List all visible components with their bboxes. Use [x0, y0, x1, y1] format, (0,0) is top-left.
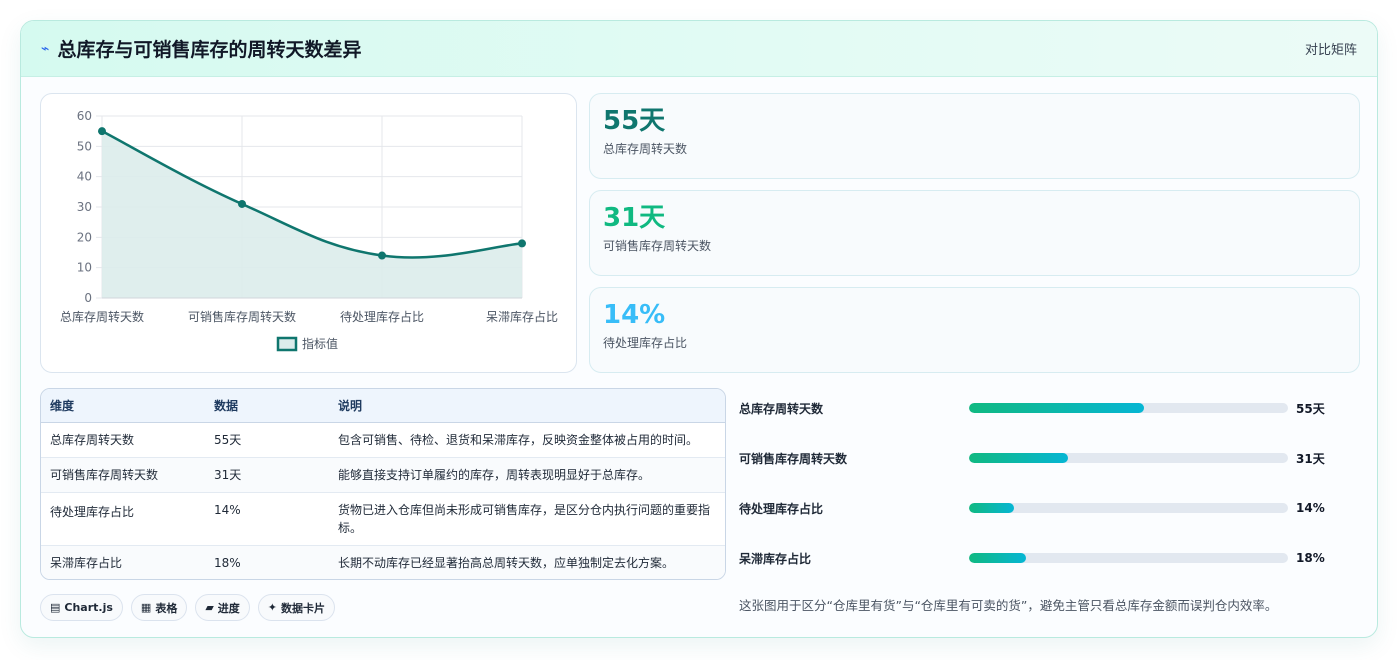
chart-icon: ▤	[50, 601, 61, 614]
y-tick-label: 0	[84, 291, 92, 305]
table-cell-dimension: 可销售库存周转天数	[41, 457, 205, 493]
data-point	[518, 239, 526, 248]
progress-fill	[969, 453, 1068, 463]
progress-track	[969, 453, 1288, 463]
progress-track	[969, 503, 1288, 513]
card-icon: ✦	[267, 601, 278, 614]
progress-label: 待处理库存占比	[739, 501, 824, 516]
table-row: 呆滞库存占比 18% 长期不动库存已经显著抬高总周转天数，应单独制定去化方案。	[41, 545, 725, 579]
table-header-dimension: 维度	[41, 389, 205, 423]
y-tick-label: 50	[77, 139, 92, 153]
x-tick-label: 呆滞库存占比	[486, 309, 558, 324]
progress-track	[969, 403, 1288, 413]
title-wrap: ⌁ 总库存与可销售库存的周转天数差异	[41, 35, 361, 62]
progress-label: 可销售库存周转天数	[739, 451, 848, 466]
stat-card-sellable: 31天 可销售库存周转天数	[589, 190, 1360, 276]
data-table-card: 维度 数据 说明 总库存周转天数 55天 包含可销售、待检、退货和呆滞库存，反映…	[40, 388, 726, 580]
tech-chips: ▤ Chart.js ▦ 表格 ▰ 进度 ✦ 数据卡片	[40, 594, 336, 621]
table-cell-data: 31天	[205, 457, 329, 493]
x-tick-label: 可销售库存周转天数	[188, 309, 296, 324]
data-point	[238, 199, 246, 208]
progress-row-total: 总库存周转天数 55天	[739, 398, 1339, 418]
stat-value: 14%	[603, 300, 666, 330]
y-tick-label: 40	[77, 170, 92, 184]
chip-label: Chart.js	[64, 601, 113, 614]
y-tick-label: 30	[77, 200, 92, 214]
table-cell-description: 能够直接支持订单履约的库存，周转表现明显好于总库存。	[329, 457, 725, 493]
table-cell-dimension: 待处理库存占比	[41, 492, 205, 546]
progress-value: 55天	[1296, 401, 1325, 416]
header-tag: 对比矩阵	[1304, 43, 1357, 58]
data-point	[98, 127, 106, 136]
table-icon: ▦	[140, 601, 152, 614]
series-area	[102, 131, 522, 298]
data-table: 维度 数据 说明 总库存周转天数 55天 包含可销售、待检、退货和呆滞库存，反映…	[41, 389, 725, 579]
stat-label: 总库存周转天数	[603, 142, 688, 156]
table-header-row: 维度 数据 说明	[41, 389, 725, 423]
progress-value: 31天	[1296, 451, 1325, 466]
stat-card-total: 55天 总库存周转天数	[589, 93, 1360, 179]
page-title: 总库存与可销售库存的周转天数差异	[57, 39, 362, 61]
progress-fill	[969, 403, 1145, 413]
progress-fill	[969, 553, 1027, 563]
table-cell-dimension: 呆滞库存占比	[50, 556, 123, 571]
stat-label: 可销售库存周转天数	[603, 239, 712, 253]
table-row: 总库存周转天数 55天 包含可销售、待检、退货和呆滞库存，反映资金整体被占用的时…	[41, 422, 725, 458]
y-tick-label: 60	[77, 109, 92, 123]
stat-label: 待处理库存占比	[603, 336, 688, 350]
stat-value: 55天	[603, 106, 666, 136]
stat-card-pending: 14% 待处理库存占比	[589, 287, 1360, 373]
chip-label: 表格	[155, 601, 178, 615]
table-cell-data: 18%	[214, 555, 241, 570]
bolt-icon: ⌁	[41, 40, 50, 57]
stat-value: 31天	[603, 203, 666, 233]
progress-fill	[969, 503, 1014, 513]
table-header-data: 数据	[205, 389, 329, 423]
progress-track	[969, 553, 1288, 563]
y-tick-label: 10	[77, 261, 92, 275]
chip-progress[interactable]: ▰ 进度	[195, 594, 250, 621]
line-chart-card: 0 10 20 30 40 50 60 总库存周转天数 可销售库存周转天数 待处理库存占比 呆滞库存…	[40, 93, 577, 373]
main-card: ⌁ 总库存与可销售库存的周转天数差异 对比矩阵 0 10 20 30 40 50 60 总库存…	[20, 20, 1378, 638]
chip-table[interactable]: ▦ 表格	[130, 594, 188, 621]
table-cell-data: 55天	[205, 422, 329, 458]
legend-swatch	[276, 336, 298, 352]
chip-data-card[interactable]: ✦ 数据卡片	[257, 594, 336, 621]
legend-label: 指标值	[302, 336, 338, 351]
table-cell-data: 14%	[205, 492, 329, 546]
table-cell-description: 长期不动库存已经显著抬高总周转天数，应单独制定去化方案。	[338, 556, 675, 571]
progress-value: 18%	[1296, 551, 1325, 565]
progress-value: 14%	[1296, 501, 1325, 515]
data-point	[378, 251, 386, 260]
table-row: 待处理库存占比 14% 货物已进入仓库但尚未形成可销售库存，是区分仓内执行问题的…	[41, 492, 725, 546]
x-tick-label: 总库存周转天数	[60, 309, 144, 324]
chip-chartjs[interactable]: ▤ Chart.js	[40, 594, 123, 621]
table-header-description: 说明	[329, 389, 725, 423]
progress-row-pending: 待处理库存占比 14%	[739, 498, 1339, 518]
chip-label: 数据卡片	[281, 601, 326, 615]
progress-row-sellable: 可销售库存周转天数 31天	[739, 448, 1339, 468]
table-row: 可销售库存周转天数 31天 能够直接支持订单履约的库存，周转表现明显好于总库存。	[41, 457, 725, 493]
progress-icon: ▰	[205, 601, 214, 614]
progress-row-stale: 呆滞库存占比 18%	[739, 548, 1339, 568]
progress-label: 总库存周转天数	[739, 401, 824, 416]
table-cell-dimension: 总库存周转天数	[41, 422, 205, 458]
card-header: ⌁ 总库存与可销售库存的周转天数差异 对比矩阵	[21, 21, 1377, 77]
footnote: 这张图用于区分“仓库里有货”与“仓库里有可卖的货”，避免主管只看总库存金额而误判…	[739, 598, 1278, 613]
y-tick-label: 20	[77, 230, 92, 244]
progress-label: 呆滞库存占比	[739, 551, 812, 566]
chip-label: 进度	[217, 601, 240, 615]
x-tick-label: 待处理库存占比	[340, 309, 424, 324]
line-chart: 0 10 20 30 40 50 60 总库存周转天数 可销售库存周转天数 待处理库存占比 呆滞库存…	[60, 109, 558, 352]
table-cell-description: 包含可销售、待检、退货和呆滞库存，反映资金整体被占用的时间。	[329, 422, 725, 458]
table-cell-description: 货物已进入仓库但尚未形成可销售库存，是区分仓内执行问题的重要指标。	[329, 492, 725, 546]
